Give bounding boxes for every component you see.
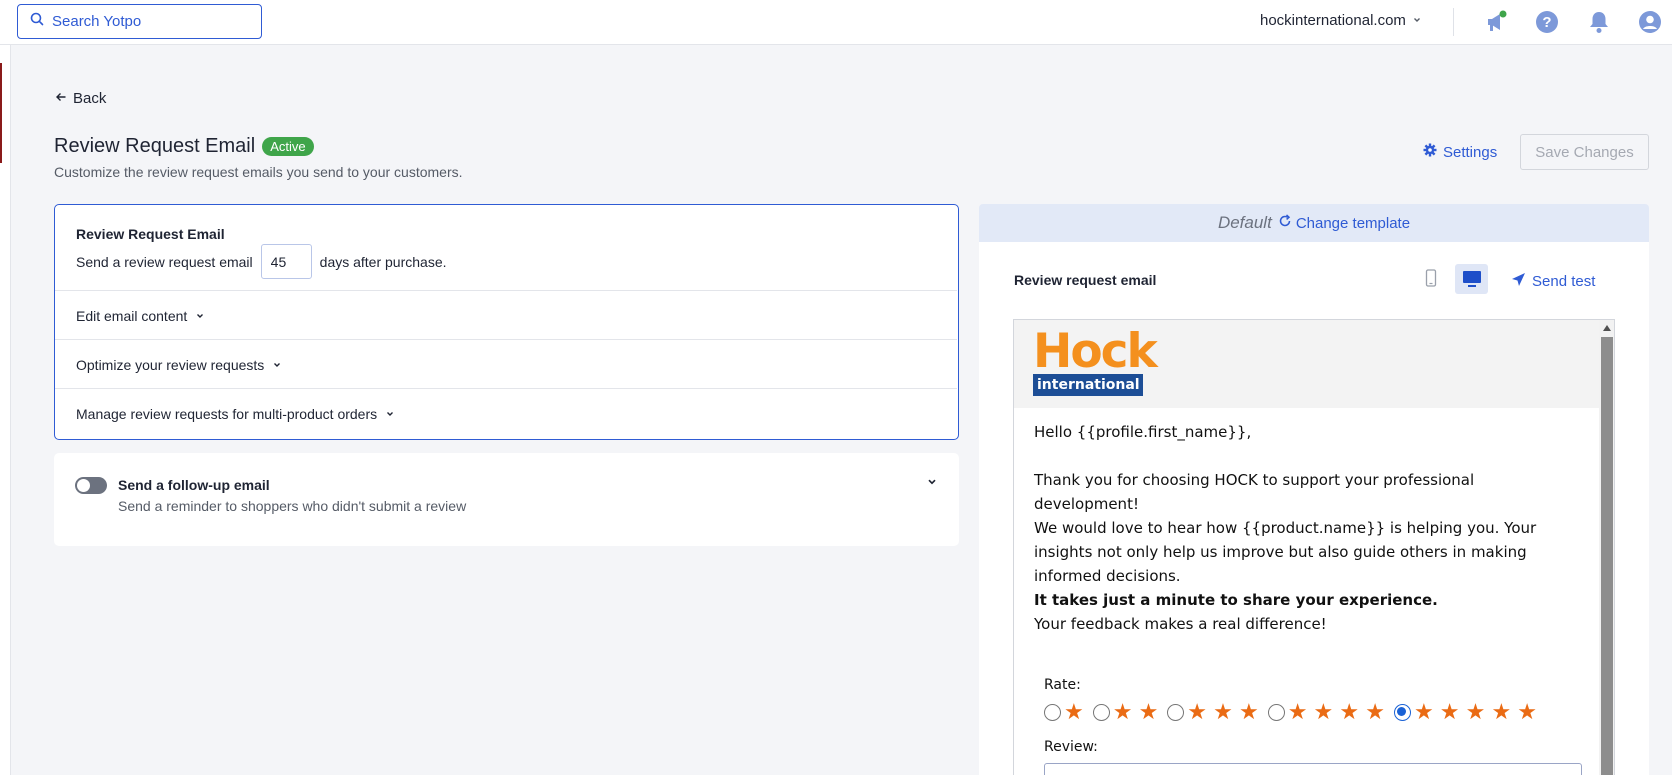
email-paragraph-1: Thank you for choosing HOCK to support y… (1034, 471, 1475, 513)
preview-label: Review request email (1014, 272, 1157, 288)
send-delay-prefix: Send a review request email (76, 253, 253, 270)
accordion-edit-email-content[interactable]: Edit email content (76, 308, 205, 324)
accordion-label: Edit email content (76, 308, 188, 324)
rating-option-4[interactable]: ★ ★ ★ ★ (1267, 699, 1385, 724)
accordion-label: Optimize your review requests (76, 357, 265, 373)
help-icon[interactable]: ? (1534, 9, 1560, 35)
email-bold-line: It takes just a minute to share your exp… (1034, 591, 1438, 609)
store-name: hockinternational.com (1260, 12, 1406, 29)
rating-option-3[interactable]: ★ ★ ★ (1167, 699, 1259, 724)
gear-icon (1423, 143, 1437, 161)
announcement-icon[interactable] (1483, 9, 1509, 35)
bell-icon[interactable] (1586, 9, 1612, 35)
page-subtitle: Customize the review request emails you … (54, 164, 463, 180)
rating-option-2[interactable]: ★ ★ (1092, 699, 1159, 724)
template-name: Default (1217, 213, 1272, 232)
send-test-label: Send test (1532, 273, 1596, 290)
star-icon: ★ ★ ★ ★ (1287, 699, 1385, 724)
send-delay-row: Send a review request email days after p… (76, 244, 447, 279)
email-paragraph-2: We would love to hear how {{product.name… (1034, 519, 1537, 585)
user-icon[interactable] (1637, 9, 1663, 35)
rating-option-5[interactable]: ★ ★ ★ ★ ★ (1393, 699, 1537, 724)
send-icon (1511, 272, 1526, 291)
star-icon: ★ (1064, 699, 1084, 724)
change-template-button[interactable]: Change template (1278, 214, 1410, 232)
scrollbar-thumb[interactable] (1601, 337, 1613, 775)
settings-button[interactable]: Settings (1423, 143, 1497, 161)
preview-scrollbar[interactable] (1599, 320, 1614, 775)
preview-panel: Review request email Send test Hock inte… (979, 242, 1649, 775)
rating-options: ★ ★ ★ ★ ★ ★ ★ ★ ★ ★ ★ ★ ★ ★ ★ (1044, 701, 1537, 723)
email-line-2: Your feedback makes a real difference! (1034, 615, 1327, 633)
page-title-text: Review Request Email (54, 135, 256, 157)
accordion-label: Manage review requests for multi-product… (76, 406, 378, 422)
store-selector[interactable]: hockinternational.com (1260, 12, 1422, 29)
hock-logo-subtitle: international (1033, 374, 1143, 396)
arrow-left-icon (55, 90, 67, 107)
star-icon: ★ ★ ★ (1187, 699, 1259, 724)
radio-button[interactable] (1267, 703, 1285, 721)
change-template-label: Change template (1295, 214, 1411, 232)
hock-logo: Hock (1033, 324, 1158, 379)
follow-up-title: Send a follow-up email (118, 477, 270, 493)
scroll-up-icon[interactable] (1603, 325, 1611, 331)
page-title: Review Request Email Active (54, 135, 314, 158)
refresh-icon (1278, 214, 1292, 232)
top-bar: hockinternational.com ? (0, 0, 1672, 45)
rate-label: Rate: (1044, 677, 1081, 693)
divider (55, 388, 957, 389)
divider (55, 290, 957, 291)
follow-up-toggle[interactable] (75, 477, 107, 494)
chevron-down-icon (385, 406, 395, 422)
template-header: Default Change template (979, 204, 1649, 242)
left-sidebar-edge (0, 45, 11, 775)
desktop-view-icon[interactable] (1455, 264, 1488, 294)
send-delay-suffix: days after purchase. (319, 253, 447, 270)
mobile-view-icon[interactable] (1419, 264, 1443, 292)
star-icon: ★ ★ ★ ★ ★ (1413, 699, 1537, 724)
svg-text:?: ? (1542, 14, 1551, 31)
search-box[interactable] (17, 4, 262, 39)
card-title: Review Request Email (76, 226, 225, 242)
review-request-card: Review Request Email Send a review reque… (54, 204, 959, 440)
review-label: Review: (1044, 739, 1098, 755)
back-link[interactable]: Back (55, 90, 106, 107)
chevron-down-icon (272, 357, 282, 373)
search-icon (30, 12, 44, 31)
accordion-multi-product-orders[interactable]: Manage review requests for multi-product… (76, 406, 395, 422)
follow-up-card: Send a follow-up email Send a reminder t… (54, 453, 959, 546)
accordion-optimize-requests[interactable]: Optimize your review requests (76, 357, 282, 373)
follow-up-description: Send a reminder to shoppers who didn't s… (118, 498, 467, 514)
email-preview: Hock international Hello {{profile.first… (1013, 319, 1615, 775)
divider (55, 339, 957, 340)
chevron-down-icon (1412, 12, 1422, 29)
radio-button[interactable] (1044, 703, 1061, 721)
days-input[interactable] (260, 244, 312, 279)
settings-label: Settings (1443, 143, 1498, 161)
search-input[interactable] (52, 13, 252, 30)
email-greeting: Hello {{profile.first_name}}, (1034, 423, 1252, 441)
save-changes-button[interactable]: Save Changes (1520, 134, 1649, 170)
chevron-down-icon (195, 308, 205, 324)
review-textarea[interactable] (1044, 763, 1582, 775)
rating-option-1[interactable]: ★ (1044, 701, 1084, 723)
send-test-button[interactable]: Send test (1511, 272, 1595, 291)
status-badge: Active (262, 137, 314, 156)
back-label: Back (73, 90, 107, 107)
divider (1453, 8, 1454, 36)
radio-button-selected[interactable] (1393, 703, 1411, 721)
star-icon: ★ ★ (1112, 699, 1159, 724)
chevron-down-icon[interactable] (926, 475, 938, 493)
radio-button[interactable] (1167, 703, 1185, 721)
radio-button[interactable] (1092, 703, 1110, 721)
email-logo-band: Hock international (1014, 320, 1599, 408)
